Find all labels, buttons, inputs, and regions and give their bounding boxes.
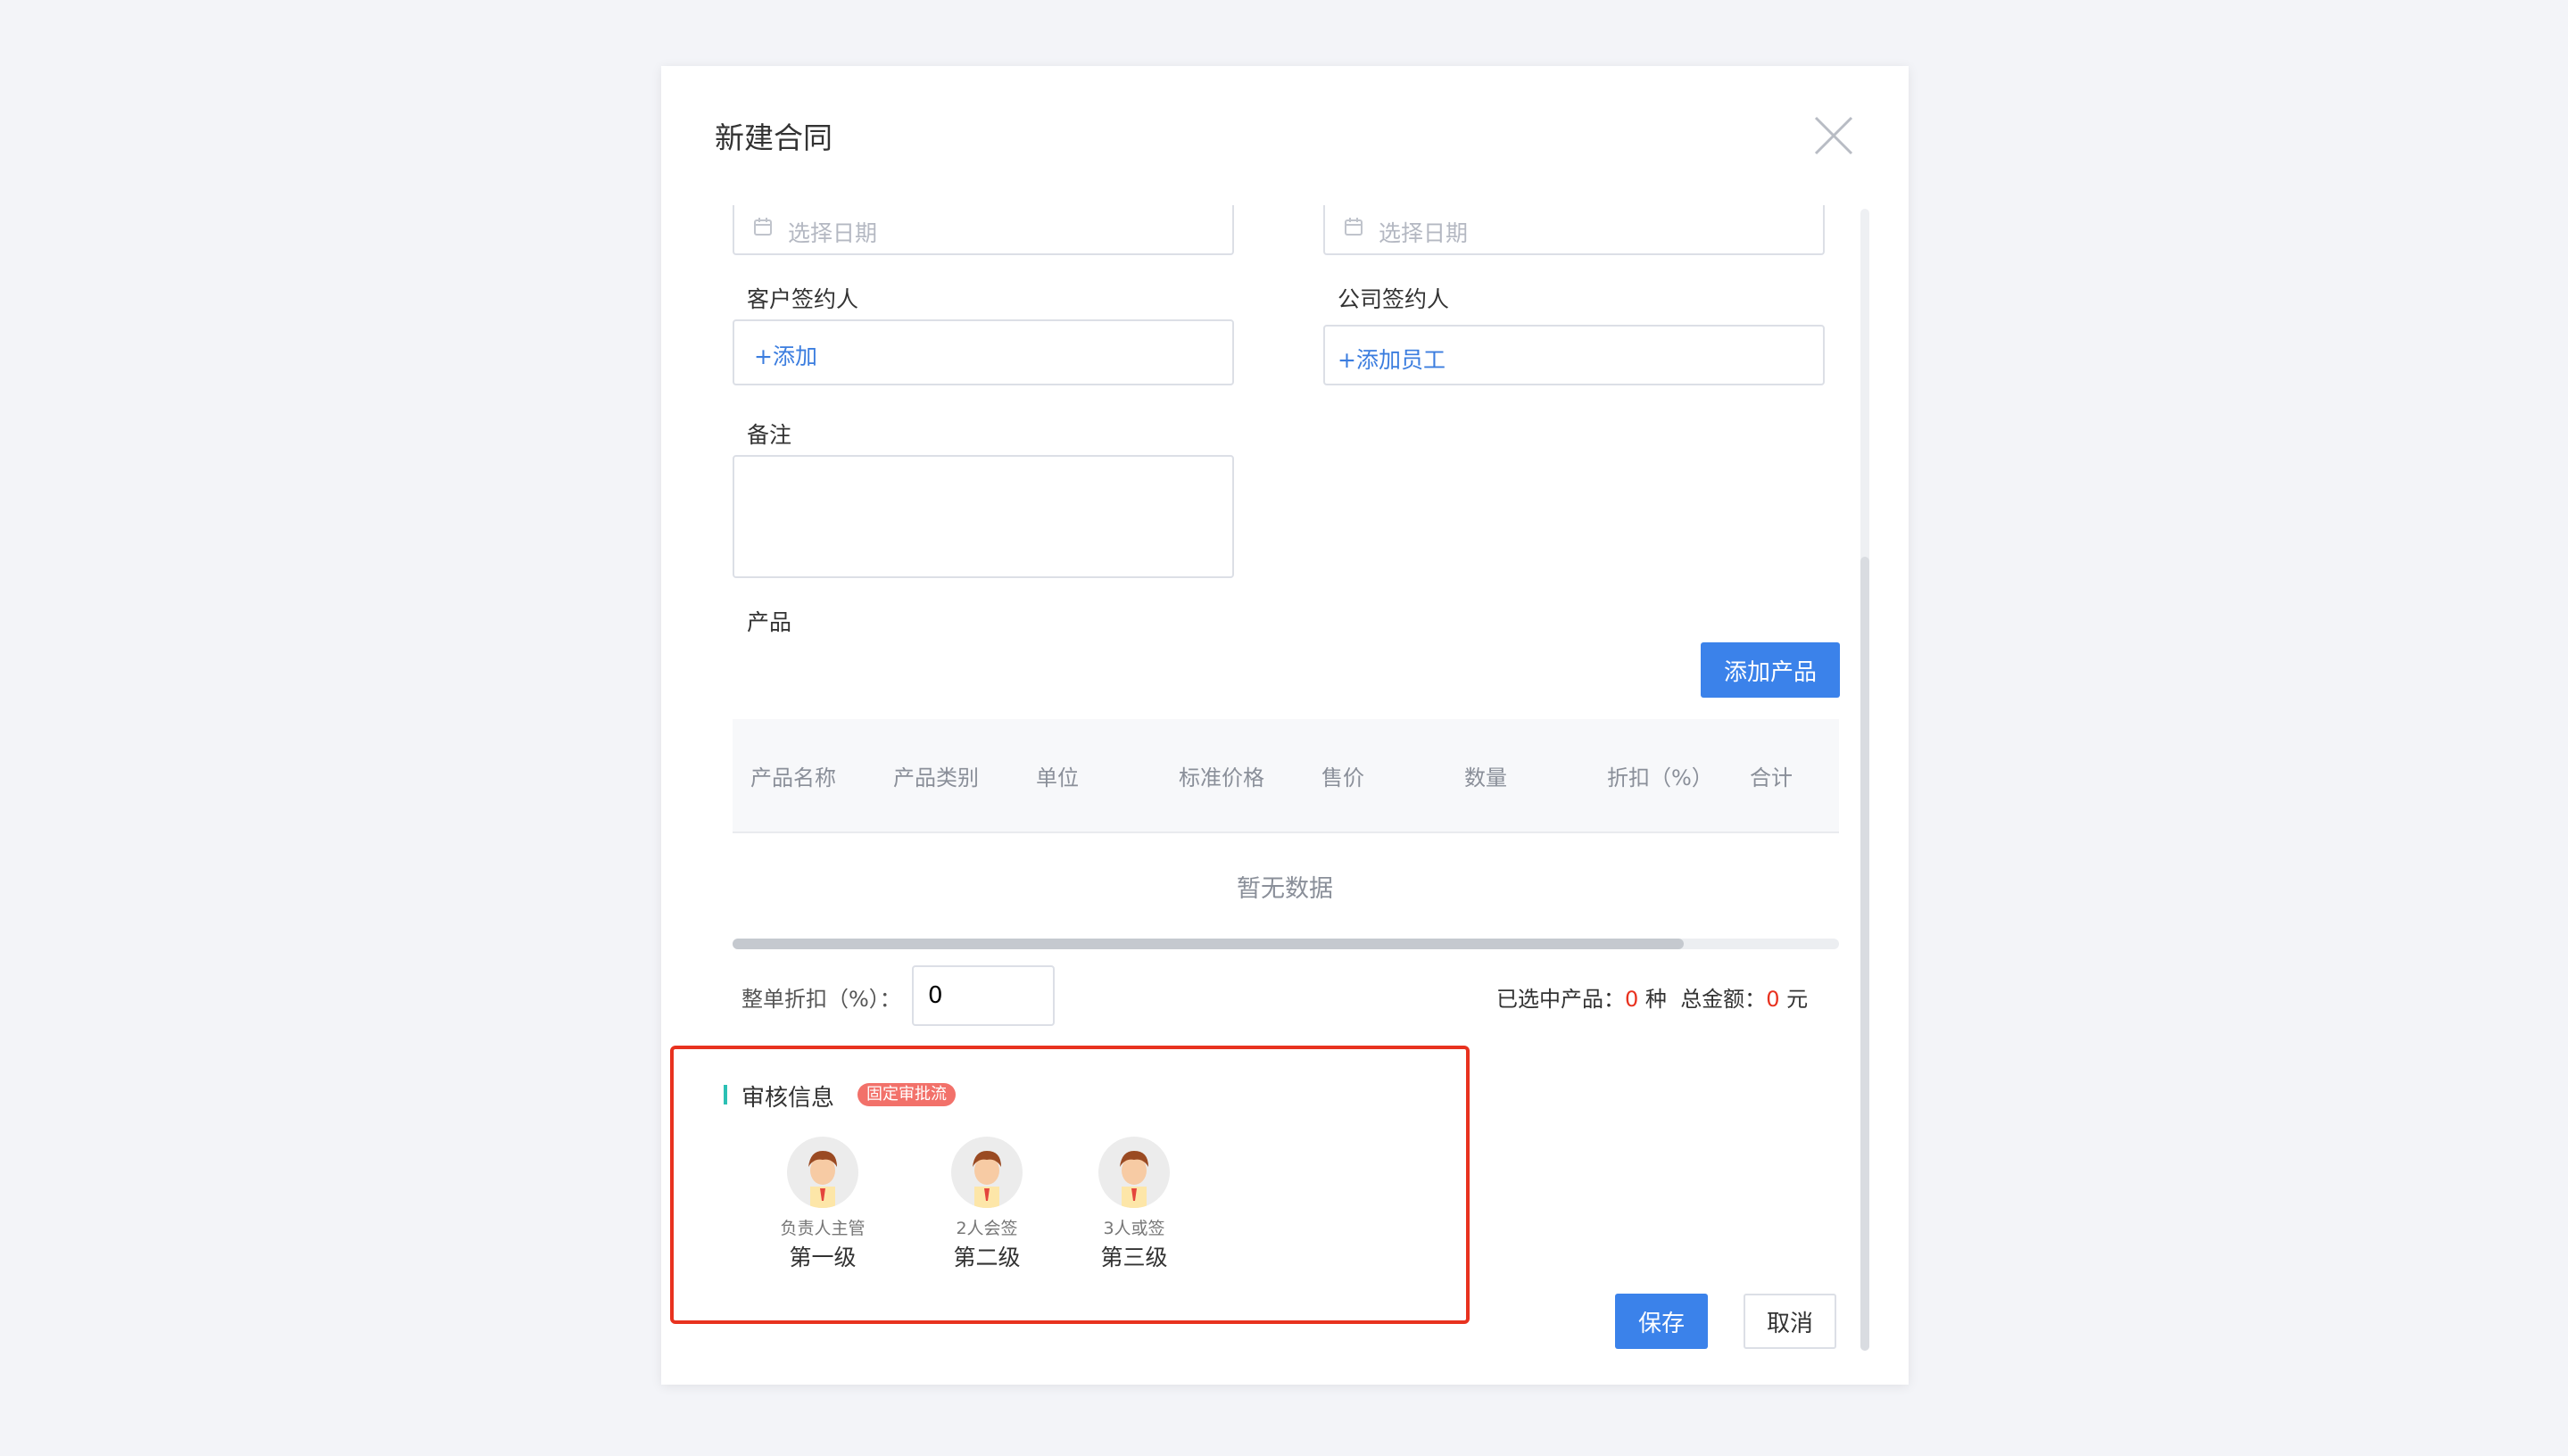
overall-discount-label: 整单折扣（%）： (741, 987, 901, 1012)
approver-avatar (1098, 1137, 1170, 1208)
total-amount-label: 总金额： (1680, 987, 1767, 1012)
step-level: 第三级 (1100, 1245, 1168, 1270)
total-amount-unit: 元 (1786, 987, 1809, 1012)
fixed-approval-flow-badge: 固定审批流 (857, 1083, 956, 1106)
calendar-icon (1343, 216, 1364, 241)
start-date-placeholder: 选择日期 (788, 220, 878, 246)
column-header: 合计 (1750, 765, 1793, 790)
new-contract-dialog: 新建合同 选择日期 选择日期 客户签约人 +添加 公司签约人 +添加员工 备注 … (661, 66, 1909, 1385)
dialog-scroll-thumb[interactable] (1860, 557, 1869, 1351)
add-product-button[interactable]: 添加产品 (1701, 642, 1840, 698)
step-approver-type: 负责人主管 (780, 1219, 866, 1238)
close-icon[interactable] (1812, 114, 1855, 157)
selected-products-label: 已选中产品： (1496, 987, 1625, 1012)
end-date-input[interactable]: 选择日期 (1323, 205, 1825, 255)
selected-products-unit: 种 (1644, 987, 1667, 1012)
start-date-input[interactable]: 选择日期 (733, 205, 1234, 255)
dialog-title: 新建合同 (715, 120, 833, 155)
calendar-icon (752, 216, 774, 241)
remark-label: 备注 (747, 422, 792, 448)
step-level: 第一级 (789, 1245, 857, 1270)
product-label: 产品 (747, 609, 792, 635)
company-signer-field[interactable]: +添加员工 (1323, 325, 1825, 385)
approver-avatar (787, 1137, 858, 1208)
selected-products-count: 0 (1625, 987, 1639, 1012)
review-accent-bar (724, 1085, 727, 1104)
table-divider (733, 831, 1839, 833)
column-header: 产品类别 (893, 765, 979, 790)
add-customer-signer-link[interactable]: +添加 (754, 339, 817, 371)
selection-summary: 已选中产品：0 种 总金额：0 元 (1496, 981, 1808, 1013)
column-header: 产品名称 (750, 765, 836, 790)
end-date-placeholder: 选择日期 (1379, 220, 1469, 246)
column-header: 单位 (1036, 765, 1079, 790)
total-amount-value: 0 (1766, 987, 1780, 1012)
column-header: 折扣（%） (1607, 765, 1713, 790)
review-info-title: 审核信息 (741, 1085, 835, 1112)
company-signer-label: 公司签约人 (1338, 286, 1450, 312)
step-level: 第二级 (953, 1245, 1021, 1270)
approver-avatar (951, 1137, 1023, 1208)
step-approver-type: 2人会签 (956, 1219, 1018, 1238)
add-employee-link[interactable]: +添加员工 (1338, 343, 1446, 375)
customer-signer-label: 客户签约人 (747, 286, 859, 312)
column-header: 标准价格 (1179, 765, 1264, 790)
customer-signer-field[interactable]: +添加 (733, 319, 1234, 385)
step-approver-type: 3人或签 (1103, 1219, 1165, 1238)
table-scroll-thumb[interactable] (733, 939, 1684, 949)
table-empty-text: 暂无数据 (1237, 875, 1333, 903)
overall-discount-input[interactable] (912, 965, 1055, 1026)
cancel-button[interactable]: 取消 (1744, 1294, 1836, 1349)
column-header: 售价 (1321, 765, 1364, 790)
remark-textarea[interactable] (733, 455, 1234, 578)
column-header: 数量 (1464, 765, 1507, 790)
save-button[interactable]: 保存 (1615, 1294, 1708, 1349)
